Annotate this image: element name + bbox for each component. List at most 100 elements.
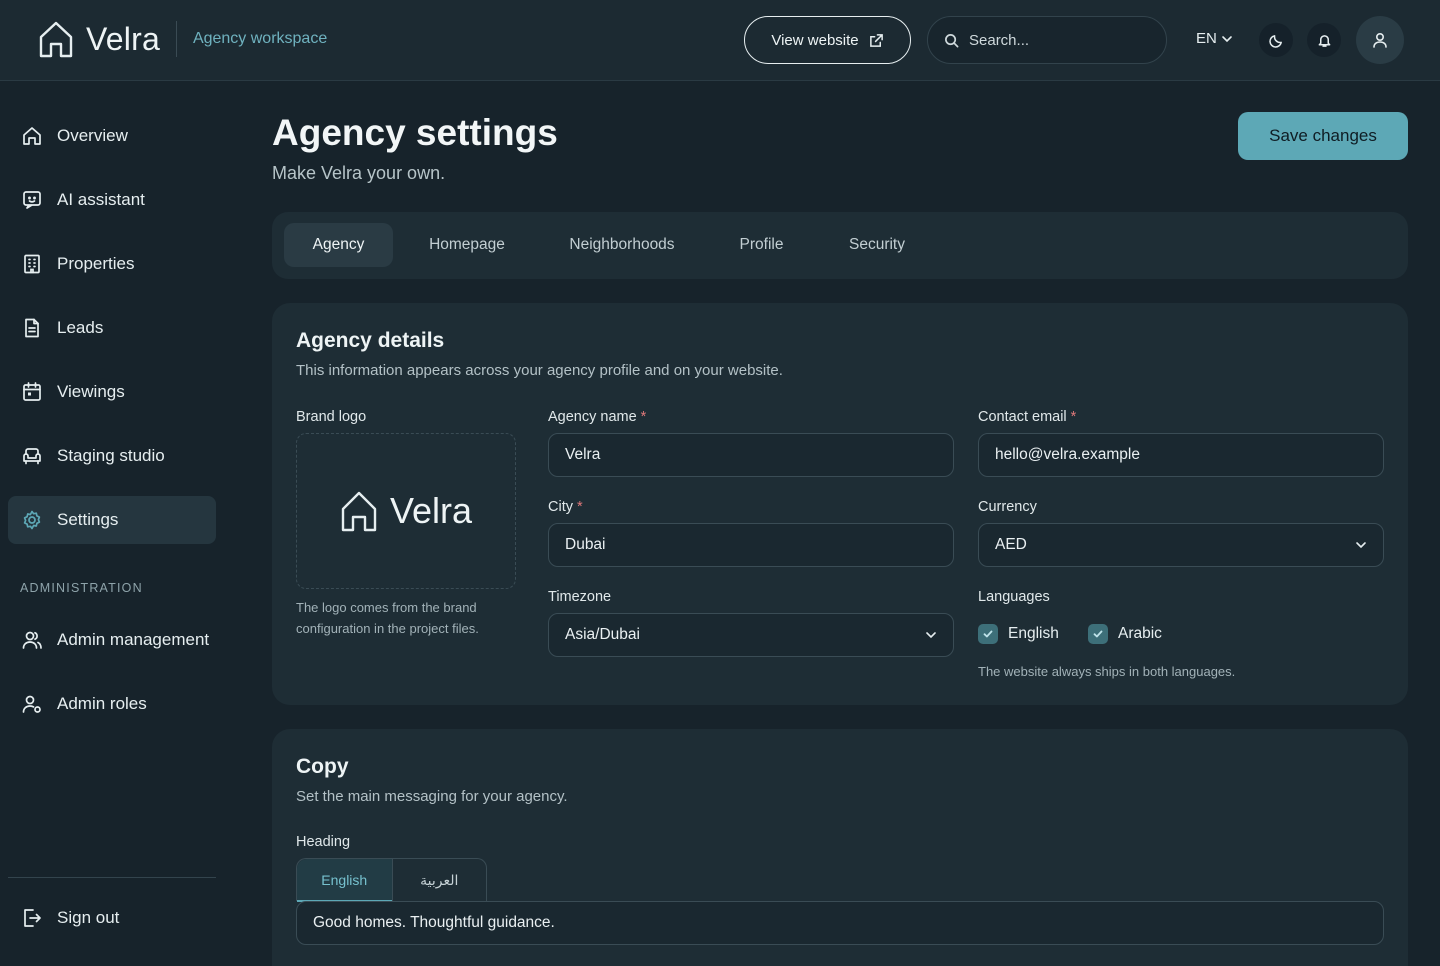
required-marker: * bbox=[576, 499, 583, 515]
card-subtitle: This information appears across your age… bbox=[296, 362, 783, 379]
agency-details-card: Agency details This information appears … bbox=[272, 303, 1408, 705]
sign-out-button[interactable]: Sign out bbox=[8, 894, 216, 942]
sign-out-label: Sign out bbox=[57, 908, 120, 927]
sidebar-item-label: AI assistant bbox=[57, 190, 145, 209]
sidebar-item-label: Admin management bbox=[57, 630, 210, 649]
page-subtitle: Make Velra your own. bbox=[272, 163, 446, 183]
timezone-label: Timezone bbox=[548, 589, 612, 605]
sidebar-item-label: Properties bbox=[57, 254, 135, 273]
bell-icon bbox=[1317, 33, 1332, 48]
heading-value: Good homes. Thoughtful guidance. bbox=[313, 914, 555, 931]
heading-input[interactable]: Good homes. Thoughtful guidance. bbox=[296, 901, 1384, 945]
tab-agency[interactable]: Agency bbox=[284, 223, 393, 267]
currency-select[interactable]: AED bbox=[978, 523, 1384, 567]
agency-name-label-text: Agency name bbox=[548, 409, 637, 425]
save-changes-button[interactable]: Save changes bbox=[1238, 112, 1408, 160]
tab-homepage[interactable]: Homepage bbox=[411, 223, 523, 267]
sidebar-item-properties[interactable]: Properties bbox=[8, 240, 216, 288]
theme-toggle-button[interactable] bbox=[1259, 23, 1293, 57]
brand-logo-label: Brand logo bbox=[296, 409, 367, 425]
sidebar-item-staging-studio[interactable]: Staging studio bbox=[8, 432, 216, 480]
sidebar-item-admin-management[interactable]: Admin management bbox=[8, 616, 216, 664]
brand[interactable]: Velra Agency workspace bbox=[38, 20, 327, 58]
users-icon bbox=[21, 629, 43, 651]
tab-profile[interactable]: Profile bbox=[724, 223, 799, 267]
language-checkbox-english[interactable]: English bbox=[978, 624, 1059, 644]
sidebar-item-settings[interactable]: Settings bbox=[8, 496, 216, 544]
contact-email-label: Contact email * bbox=[978, 409, 1076, 425]
sign-out-icon bbox=[21, 907, 43, 929]
house-logo-icon bbox=[340, 490, 378, 532]
sidebar-item-leads[interactable]: Leads bbox=[8, 304, 216, 352]
copy-card: Copy Set the main messaging for your age… bbox=[272, 729, 1408, 966]
checkbox-checked-icon bbox=[978, 624, 998, 644]
checkbox-checked-icon bbox=[1088, 624, 1108, 644]
contact-email-input[interactable]: hello@velra.example bbox=[978, 433, 1384, 477]
city-input[interactable]: Dubai bbox=[548, 523, 954, 567]
contact-email-label-text: Contact email bbox=[978, 409, 1067, 425]
search-icon bbox=[944, 33, 959, 48]
city-label: City * bbox=[548, 499, 583, 515]
home-icon bbox=[21, 125, 43, 147]
house-logo-icon bbox=[38, 20, 74, 58]
language-label: EN bbox=[1196, 30, 1217, 47]
lang-tab-arabic[interactable]: العربية bbox=[391, 859, 487, 902]
logo-wordmark: Velra bbox=[389, 490, 473, 531]
brand-name: Velra bbox=[86, 20, 160, 57]
sidebar-item-overview[interactable]: Overview bbox=[8, 112, 216, 160]
logo-help-text: The logo comes from the brand configurat… bbox=[296, 600, 479, 636]
sidebar-item-label: Leads bbox=[57, 318, 104, 337]
building-icon bbox=[21, 253, 43, 275]
sofa-icon bbox=[21, 445, 43, 467]
sidebar-item-viewings[interactable]: Viewings bbox=[8, 368, 216, 416]
sidebar-item-admin-roles[interactable]: Admin roles bbox=[8, 680, 216, 728]
lang-tab-english[interactable]: English bbox=[297, 859, 392, 902]
required-marker: * bbox=[1070, 409, 1077, 425]
search-input[interactable] bbox=[969, 31, 1149, 49]
required-marker: * bbox=[640, 409, 647, 425]
brand-logo-preview: Velra bbox=[296, 433, 516, 589]
sidebar-item-label: Staging studio bbox=[57, 446, 165, 465]
chevron-down-icon bbox=[1221, 33, 1233, 45]
view-website-button[interactable]: View website bbox=[744, 16, 911, 64]
language-selector[interactable]: EN bbox=[1196, 30, 1233, 47]
moon-icon bbox=[1268, 33, 1284, 48]
card-title: Agency details bbox=[296, 329, 445, 352]
admin-section-label: ADMINISTRATION bbox=[20, 581, 143, 595]
contact-email-value: hello@velra.example bbox=[995, 446, 1140, 463]
sidebar-item-label: Viewings bbox=[57, 382, 125, 401]
agency-name-label: Agency name * bbox=[548, 409, 646, 425]
external-link-icon bbox=[869, 33, 884, 48]
card-title: Copy bbox=[296, 755, 349, 778]
timezone-value: Asia/Dubai bbox=[565, 626, 640, 643]
city-label-text: City bbox=[548, 499, 573, 515]
card-subtitle: Set the main messaging for your agency. bbox=[296, 788, 568, 805]
city-value: Dubai bbox=[565, 536, 606, 553]
user-avatar-button[interactable] bbox=[1356, 16, 1404, 64]
search-box[interactable] bbox=[927, 16, 1167, 64]
agency-name-value: Velra bbox=[565, 446, 601, 463]
timezone-select[interactable]: Asia/Dubai bbox=[548, 613, 954, 657]
currency-value: AED bbox=[995, 536, 1027, 553]
currency-label: Currency bbox=[978, 499, 1037, 515]
calendar-icon bbox=[21, 381, 43, 403]
heading-label: Heading bbox=[296, 834, 351, 850]
notifications-button[interactable] bbox=[1307, 23, 1341, 57]
chat-icon bbox=[21, 189, 43, 211]
tab-neighborhoods[interactable]: Neighborhoods bbox=[552, 223, 692, 267]
sidebar-item-label: Overview bbox=[57, 126, 128, 145]
sidebar-divider bbox=[8, 877, 216, 878]
document-icon bbox=[21, 317, 43, 339]
sidebar-item-ai-assistant[interactable]: AI assistant bbox=[8, 176, 216, 224]
language-checkbox-arabic[interactable]: Arabic bbox=[1088, 624, 1162, 644]
gear-icon bbox=[21, 509, 43, 531]
chevron-down-icon bbox=[925, 629, 937, 641]
agency-name-input[interactable]: Velra bbox=[548, 433, 954, 477]
checkbox-label: Arabic bbox=[1118, 625, 1162, 642]
page-title: Agency settings bbox=[272, 112, 558, 153]
tab-security[interactable]: Security bbox=[832, 223, 922, 267]
chevron-down-icon bbox=[1355, 539, 1367, 551]
view-website-label: View website bbox=[771, 31, 859, 49]
heading-language-tabs: English العربية bbox=[296, 858, 487, 902]
checkbox-label: English bbox=[1008, 625, 1059, 642]
